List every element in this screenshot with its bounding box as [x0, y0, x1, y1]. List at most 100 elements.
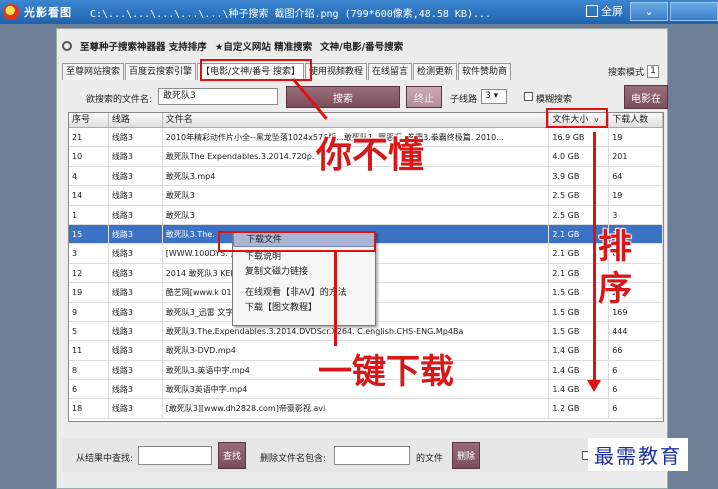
cell-downloads: 6 — [609, 399, 663, 418]
sort-arrow-down-icon — [587, 380, 601, 392]
tab-site-search[interactable]: 至尊网站搜索 — [62, 63, 125, 80]
cell-downloads: 3 — [609, 205, 663, 224]
tab-check-update[interactable]: 检测更新 — [413, 63, 458, 80]
cell-filesize: 1.4 GB — [549, 341, 610, 360]
cell-downloads: 201 — [609, 147, 663, 166]
cell-filesize: 2.5 GB — [549, 186, 610, 205]
viewer-app-name: 光影看图 — [24, 6, 72, 19]
annotation-one-click-download: 一键下载 — [318, 352, 455, 393]
cell-downloads: 6 — [609, 360, 663, 380]
header-downloads[interactable]: 下载人数 — [609, 113, 663, 127]
delete-suffix-label: 的文件 — [416, 454, 444, 464]
cell-filesize: 16.9 GB — [549, 128, 610, 147]
table-row[interactable]: 1 线路3 敢死队3 2.5 GB 3 — [69, 205, 663, 225]
cell-index: 18 — [69, 399, 109, 418]
cell-index: 4 — [69, 166, 109, 186]
cell-route: 线路3 — [109, 147, 163, 166]
cell-filesize: 3.9 GB — [549, 166, 610, 186]
filename-label: 欲搜索的文件名: — [86, 95, 153, 105]
fuzzy-search-checkbox[interactable] — [524, 92, 533, 101]
cell-filename: 敢死队3 — [163, 205, 550, 224]
thread-select[interactable]: 3 ▾ — [481, 89, 507, 104]
search-mode-label: 搜索模式 — [608, 68, 645, 78]
cell-route: 线路3 — [109, 399, 163, 418]
cell-index: 14 — [69, 186, 109, 205]
cell-downloads: 444 — [609, 321, 663, 341]
cell-index: 3 — [69, 244, 109, 263]
highlight-download-file — [218, 231, 376, 252]
cell-index: 5 — [69, 321, 109, 341]
header-route[interactable]: 线路 — [109, 113, 163, 127]
cell-index: 6 — [69, 380, 109, 399]
fullscreen-button[interactable]: 全屏 — [586, 3, 623, 19]
cell-route: 线路3 — [109, 380, 163, 399]
search-mode-input[interactable]: 1 — [647, 65, 660, 78]
collapse-button[interactable]: ⌄ — [630, 2, 668, 21]
cell-filename: [敢死队3][www.dh2828.com]帝豪影视.avi — [163, 399, 550, 418]
movie-button[interactable]: 电影在 — [624, 85, 668, 109]
cell-downloads: 64 — [609, 166, 663, 186]
menu-item-watch-online[interactable]: 在线观看【非AV】的方法 — [233, 286, 375, 301]
cell-route: 线路3 — [109, 205, 163, 224]
cell-route: 线路3 — [109, 263, 163, 283]
cell-index: 12 — [69, 263, 109, 283]
tab-video-tutorial[interactable]: 使用视频教程 — [304, 63, 367, 80]
cell-route: 线路3 — [109, 186, 163, 205]
menu-item-tutorial[interactable]: 下载【图文教程】 — [233, 301, 375, 316]
cell-downloads: 6 — [609, 380, 663, 399]
menu-item-copy-magnet[interactable]: 复制文磁力链接 — [233, 265, 375, 280]
cell-route: 线路3 — [109, 341, 163, 360]
chevron-down-icon: ⌄ — [644, 5, 654, 18]
toolbar-item-movie-search[interactable]: 文神/电影/番号搜索 — [320, 39, 403, 53]
table-row[interactable]: 18 线路3 [敢死队3][www.dh2828.com]帝豪影视.avi 1.2 G… — [69, 399, 663, 419]
find-button[interactable]: 查找 — [218, 442, 246, 469]
cell-route: 线路3 — [109, 283, 163, 302]
viewer-logo-icon — [3, 4, 19, 20]
tab-baidu-cloud[interactable]: 百度云搜索引擎 — [125, 63, 197, 80]
cell-route: 线路3 — [109, 224, 163, 244]
menu-item-download-help[interactable]: 下载说明 — [233, 250, 375, 265]
tab-message[interactable]: 在线留言 — [367, 63, 412, 80]
highlight-filesize-header — [546, 108, 608, 128]
delete-button[interactable]: 删除 — [452, 442, 480, 469]
cell-route: 线路3 — [109, 302, 163, 321]
cell-route: 线路3 — [109, 244, 163, 263]
cell-route: 线路3 — [109, 321, 163, 341]
thread-label: 子线路 — [450, 95, 478, 105]
cell-route: 线路3 — [109, 166, 163, 186]
toolbar: 至尊种子搜索神器器 支持排序 ★自定义网站 精准搜索 文神/电影/番号搜索 — [62, 37, 403, 55]
header-filename[interactable]: 文件名 — [163, 113, 550, 127]
header-index[interactable]: 序号 — [69, 113, 109, 127]
cell-filesize: 2.5 GB — [549, 205, 610, 224]
cell-route: 线路3 — [109, 360, 163, 380]
cell-filesize: 1.4 GB — [549, 360, 610, 380]
search-icon — [62, 41, 72, 51]
watermark: 最需教育 — [588, 438, 688, 471]
toolbar-item-custom-site[interactable]: ★自定义网站 精准搜索 — [215, 39, 312, 53]
filter-bar: 从结果中查找: 查找 删除文件名包含: 的文件 删除 — [62, 438, 668, 472]
delete-input[interactable] — [334, 446, 410, 465]
viewer-file-title: C:\...\...\...\...\...\种子搜索 截图介绍.png (79… — [90, 8, 492, 20]
cell-filesize: 1.5 GB — [549, 321, 610, 341]
fullscreen-icon — [586, 5, 598, 17]
fullscreen-label: 全屏 — [601, 5, 623, 18]
stop-button[interactable]: 终止 — [406, 86, 442, 108]
toolbar-item-title[interactable]: 至尊种子搜索神器器 支持排序 — [80, 39, 207, 53]
highlight-movie-tab — [200, 59, 312, 81]
annotation-sort: 排序 — [598, 227, 633, 310]
table-row[interactable]: 14 线路3 敢死队3 2.5 GB 19 — [69, 186, 663, 206]
thread-value: 3 — [485, 91, 491, 101]
arrow-one-click — [334, 252, 337, 346]
cell-route: 线路3 — [109, 128, 163, 147]
tab-sponsor[interactable]: 软件赞助商 — [458, 63, 512, 80]
cell-index: 1 — [69, 205, 109, 224]
window-control-button[interactable] — [670, 2, 718, 21]
cell-downloads: 19 — [609, 128, 663, 147]
cell-downloads: 19 — [609, 186, 663, 205]
find-label: 从结果中查找: — [76, 454, 134, 464]
cell-index: 9 — [69, 302, 109, 321]
find-input[interactable] — [138, 446, 212, 465]
fuzzy-search-label: 模糊搜索 — [536, 95, 573, 105]
cell-index: 21 — [69, 128, 109, 147]
filename-input[interactable]: 敢死队3 — [158, 88, 278, 105]
